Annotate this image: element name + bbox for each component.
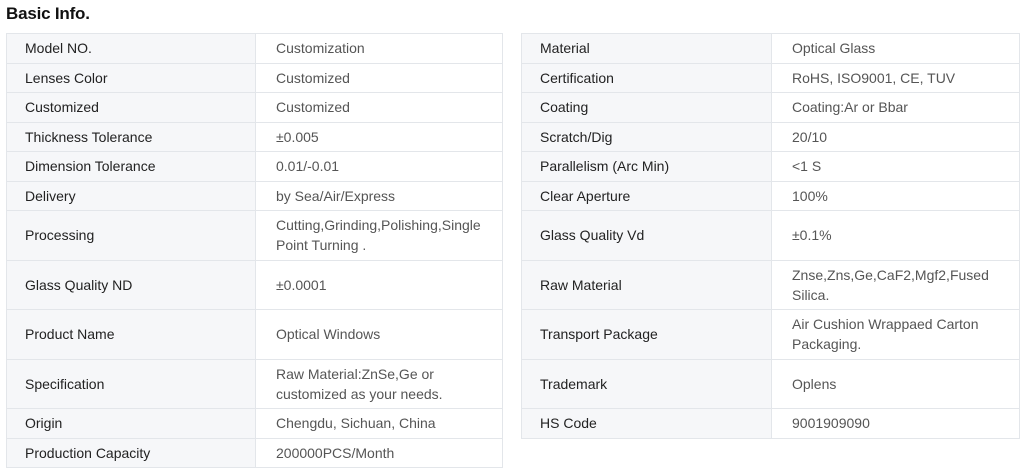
spec-value: 20/10 <box>771 121 1020 152</box>
spec-value: Raw Material:ZnSe,Ge or customized as yo… <box>255 358 503 409</box>
table-row: Clear Aperture 100% <box>521 180 1020 211</box>
spec-value: Cutting,Grinding,Polishing,Single Point … <box>255 210 503 261</box>
spec-label: Transport Package <box>521 309 772 360</box>
table-row: Customized Customized <box>6 92 503 123</box>
spec-label: Customized <box>6 92 256 123</box>
spec-label: Specification <box>6 358 256 409</box>
spec-value: Oplens <box>771 358 1020 409</box>
table-row: Model NO. Customization <box>6 33 503 64</box>
spec-value: 0.01/-0.01 <box>255 151 503 182</box>
table-row: Material Optical Glass <box>521 33 1020 64</box>
spec-label: Dimension Tolerance <box>6 151 256 182</box>
spec-label: Production Capacity <box>6 437 256 468</box>
table-row: Coating Coating:Ar or Bbar <box>521 92 1020 123</box>
spec-label: Glass Quality Vd <box>521 210 772 261</box>
spec-label: Coating <box>521 92 772 123</box>
spec-label: Trademark <box>521 358 772 409</box>
spec-value: Chengdu, Sichuan, China <box>255 408 503 439</box>
spec-label: Glass Quality ND <box>6 259 256 310</box>
table-row: Certification RoHS, ISO9001, CE, TUV <box>521 62 1020 93</box>
spec-value: 100% <box>771 180 1020 211</box>
table-row: Dimension Tolerance 0.01/-0.01 <box>6 151 503 182</box>
table-row: Transport Package Air Cushion Wrappaed C… <box>521 309 1020 360</box>
spec-label: Scratch/Dig <box>521 121 772 152</box>
spec-label: Material <box>521 33 772 64</box>
basic-info-table-right: Material Optical Glass Certification RoH… <box>521 33 1020 439</box>
spec-value: Coating:Ar or Bbar <box>771 92 1020 123</box>
spec-label: Processing <box>6 210 256 261</box>
spec-value: Air Cushion Wrappaed Carton Packaging. <box>771 309 1020 360</box>
spec-label: Raw Material <box>521 259 772 310</box>
spec-label: HS Code <box>521 408 772 439</box>
table-row: Scratch/Dig 20/10 <box>521 121 1020 152</box>
spec-value: Optical Windows <box>255 309 503 360</box>
spec-value: by Sea/Air/Express <box>255 180 503 211</box>
spec-label: Clear Aperture <box>521 180 772 211</box>
spec-value: Optical Glass <box>771 33 1020 64</box>
spec-value: Znse,Zns,Ge,CaF2,Mgf2,Fused Silica. <box>771 259 1020 310</box>
table-row: Specification Raw Material:ZnSe,Ge or cu… <box>6 358 503 409</box>
table-row: Production Capacity 200000PCS/Month <box>6 437 503 468</box>
table-row: Processing Cutting,Grinding,Polishing,Si… <box>6 210 503 261</box>
table-row: Trademark Oplens <box>521 358 1020 409</box>
spec-value: ±0.1% <box>771 210 1020 261</box>
table-row: Lenses Color Customized <box>6 62 503 93</box>
table-row: HS Code 9001909090 <box>521 408 1020 439</box>
spec-label: Thickness Tolerance <box>6 121 256 152</box>
spec-value: <1 S <box>771 151 1020 182</box>
spec-value: 200000PCS/Month <box>255 437 503 468</box>
spec-value: Customized <box>255 92 503 123</box>
spec-label: Parallelism (Arc Min) <box>521 151 772 182</box>
basic-info-table-left: Model NO. Customization Lenses Color Cus… <box>6 33 503 468</box>
spec-value: RoHS, ISO9001, CE, TUV <box>771 62 1020 93</box>
spec-value: Customization <box>255 33 503 64</box>
page-title: Basic Info. <box>6 4 90 23</box>
spec-label: Product Name <box>6 309 256 360</box>
spec-value: ±0.005 <box>255 121 503 152</box>
table-row: Glass Quality Vd ±0.1% <box>521 210 1020 261</box>
table-row: Raw Material Znse,Zns,Ge,CaF2,Mgf2,Fused… <box>521 259 1020 310</box>
spec-value: 9001909090 <box>771 408 1020 439</box>
table-row: Glass Quality ND ±0.0001 <box>6 259 503 310</box>
spec-value: ±0.0001 <box>255 259 503 310</box>
table-row: Origin Chengdu, Sichuan, China <box>6 408 503 439</box>
spec-value: Customized <box>255 62 503 93</box>
table-row: Thickness Tolerance ±0.005 <box>6 121 503 152</box>
spec-label: Model NO. <box>6 33 256 64</box>
table-row: Delivery by Sea/Air/Express <box>6 180 503 211</box>
spec-label: Delivery <box>6 180 256 211</box>
spec-label: Lenses Color <box>6 62 256 93</box>
spec-label: Certification <box>521 62 772 93</box>
table-row: Parallelism (Arc Min) <1 S <box>521 151 1020 182</box>
table-row: Product Name Optical Windows <box>6 309 503 360</box>
spec-label: Origin <box>6 408 256 439</box>
